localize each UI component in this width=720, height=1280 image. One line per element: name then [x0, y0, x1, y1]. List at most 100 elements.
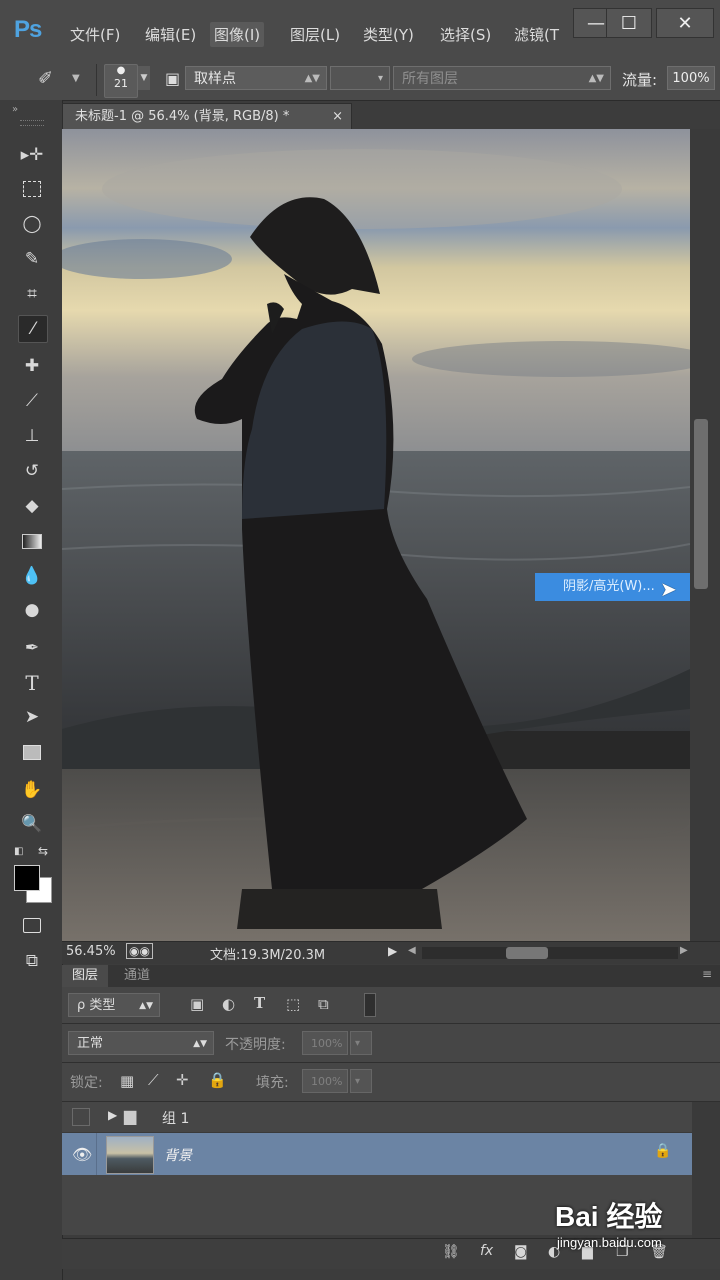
path-selection-tool-icon[interactable]: ➤: [18, 704, 46, 730]
document-size: 文档:19.3M/20.3M: [210, 948, 326, 963]
fill-input[interactable]: 100%: [302, 1069, 348, 1093]
filter-type-icon[interactable]: T: [254, 994, 265, 1012]
preset-dropdown-arrow-icon[interactable]: ▼: [72, 73, 80, 84]
panel-menu-icon[interactable]: ≡: [702, 967, 712, 981]
vertical-scrollbar[interactable]: [690, 129, 720, 941]
filter-adjustment-icon[interactable]: ◐: [222, 995, 235, 1013]
marquee-tool-icon[interactable]: [18, 176, 46, 202]
eraser-tool-icon[interactable]: ◆: [18, 493, 46, 519]
fx-icon[interactable]: fx: [480, 1243, 493, 1259]
sample-layers-value: 所有图层: [402, 71, 458, 87]
menu-select[interactable]: 选择(S): [436, 22, 495, 47]
horizontal-scrollbar[interactable]: [422, 947, 678, 959]
mouse-cursor-icon: ➤: [660, 577, 677, 601]
lock-label: 锁定:: [70, 1075, 103, 1091]
layer-thumbnail[interactable]: [106, 1136, 154, 1174]
scroll-left-arrow-icon[interactable]: ◀: [408, 945, 416, 956]
add-mask-icon[interactable]: ◙: [514, 1244, 528, 1260]
image-canvas[interactable]: 阴影/高光(W)... ➤: [62, 129, 690, 941]
maximize-button[interactable]: ☐: [606, 8, 652, 38]
sample-mode-select[interactable]: 取样点 ▲▼: [185, 66, 327, 90]
lock-all-icon[interactable]: 🔒: [208, 1071, 227, 1089]
tab-channels[interactable]: 通道: [114, 965, 160, 987]
lock-row: 锁定: ▦ ⟋ ✛ 🔒 填充: 100% ▾: [62, 1063, 720, 1102]
rectangle-tool-icon[interactable]: [18, 739, 46, 765]
blend-mode-select[interactable]: 正常 ▲▼: [68, 1031, 214, 1055]
history-brush-tool-icon[interactable]: ↺: [18, 458, 46, 484]
panel-collapse-icon[interactable]: »: [12, 104, 18, 115]
scroll-right-arrow-icon[interactable]: ▶: [680, 945, 688, 956]
fill-dropdown-icon[interactable]: ▾: [350, 1069, 372, 1093]
divider: [96, 64, 97, 96]
clone-stamp-tool-icon[interactable]: ⊥: [18, 423, 46, 449]
foreground-color-swatch[interactable]: [14, 865, 40, 891]
menu-layer[interactable]: 图层(L): [286, 22, 344, 47]
layer-row-group[interactable]: ▶ ▆ 组 1: [62, 1102, 692, 1133]
hand-tool-icon[interactable]: ✋: [18, 777, 46, 803]
brush-size-picker[interactable]: ● 21: [104, 64, 138, 98]
quick-mask-icon[interactable]: [18, 912, 46, 938]
healing-brush-tool-icon[interactable]: ✚: [18, 353, 46, 379]
layer-lock-icon: 🔒: [654, 1143, 672, 1159]
sample-layers-select[interactable]: 所有图层 ▲▼: [393, 66, 611, 90]
brush-dropdown-arrow-icon[interactable]: ▼: [138, 66, 150, 90]
close-tab-icon[interactable]: ×: [332, 104, 343, 130]
link-layers-icon[interactable]: ⛓: [442, 1244, 460, 1260]
opacity-dropdown-icon[interactable]: ▾: [350, 1031, 372, 1055]
default-colors-icon[interactable]: ◧: [14, 846, 23, 857]
select-arrow-icon: ▲▼: [193, 1039, 207, 1049]
type-tool-icon[interactable]: T: [18, 670, 46, 696]
dodge-tool-icon[interactable]: ●: [18, 597, 46, 623]
swap-colors-icon[interactable]: ⇆: [38, 844, 48, 858]
menu-file[interactable]: 文件(F): [66, 22, 124, 47]
quick-select-tool-icon[interactable]: ✎: [18, 246, 46, 272]
brush-tool-icon[interactable]: ⟋: [18, 388, 46, 414]
lasso-tool-icon[interactable]: ◯: [18, 211, 46, 237]
menu-filter[interactable]: 滤镜(T: [510, 22, 563, 47]
menu-bar: Ps 文件(F) 编辑(E) 图像(I) 图层(L) 类型(Y) 选择(S) 滤…: [0, 0, 720, 61]
opacity-input[interactable]: 100%: [302, 1031, 348, 1055]
status-menu-arrow-icon[interactable]: ▶: [388, 944, 397, 958]
layer-filter-select[interactable]: ρ 类型 ▲▼: [68, 993, 160, 1017]
divider: [96, 1133, 97, 1175]
eye-icon[interactable]: 👁: [72, 1145, 92, 1164]
blur-tool-icon[interactable]: 💧: [18, 563, 46, 589]
flow-input[interactable]: 100%: [667, 66, 715, 90]
layers-scrollbar[interactable]: [692, 1102, 720, 1238]
document-tab[interactable]: 未标题-1 @ 56.4% (背景, RGB/8) * ×: [62, 103, 352, 129]
screen-mode-icon[interactable]: ⧉: [18, 948, 46, 974]
folder-icon: ▆: [124, 1106, 137, 1125]
layer-visibility-toggle[interactable]: [72, 1108, 90, 1126]
menu-type[interactable]: 类型(Y): [359, 22, 418, 47]
lock-transparent-icon[interactable]: ▦: [120, 1072, 134, 1090]
lock-pixels-icon[interactable]: ⟋: [148, 1071, 159, 1089]
menu-image[interactable]: 图像(I): [210, 22, 265, 47]
filter-pixel-icon[interactable]: ▣: [190, 995, 204, 1013]
filter-shape-icon[interactable]: ⬚: [286, 995, 300, 1013]
eyedropper-tool-icon[interactable]: ⁄: [18, 315, 48, 343]
sample-source-select[interactable]: ▾: [330, 66, 390, 90]
horizontal-scroll-thumb[interactable]: [506, 947, 548, 959]
tab-layers[interactable]: 图层: [62, 965, 109, 987]
layer-row-background[interactable]: 👁 背景 🔒: [62, 1133, 692, 1175]
zoom-tool-icon[interactable]: 🔍: [18, 811, 46, 837]
move-tool-icon[interactable]: ▸✛: [18, 142, 46, 168]
filter-smart-object-icon[interactable]: ⧉: [318, 995, 329, 1013]
expand-arrow-icon[interactable]: ▶: [108, 1108, 117, 1122]
gradient-tool-icon[interactable]: [18, 528, 46, 554]
filter-toggle-switch[interactable]: [364, 993, 376, 1017]
vertical-scroll-thumb[interactable]: [694, 419, 708, 589]
lock-position-icon[interactable]: ✛: [176, 1071, 189, 1089]
close-button[interactable]: ✕: [656, 8, 714, 38]
pen-tool-icon[interactable]: ✒: [18, 635, 46, 661]
doc-info-icon[interactable]: ◉◉: [126, 943, 153, 959]
opacity-label: 不透明度:: [225, 1037, 286, 1053]
clone-stamp-preset-icon[interactable]: ✐: [38, 68, 53, 89]
brush-dot-icon: ●: [116, 65, 126, 76]
menu-edit[interactable]: 编辑(E): [141, 22, 200, 47]
toolbar-grip[interactable]: [20, 120, 44, 126]
select-arrow-icon: ▾: [377, 73, 383, 84]
clone-source-icon[interactable]: ▣: [165, 69, 180, 88]
zoom-level[interactable]: 56.45%: [66, 944, 116, 959]
crop-tool-icon[interactable]: ⌗: [18, 281, 46, 307]
